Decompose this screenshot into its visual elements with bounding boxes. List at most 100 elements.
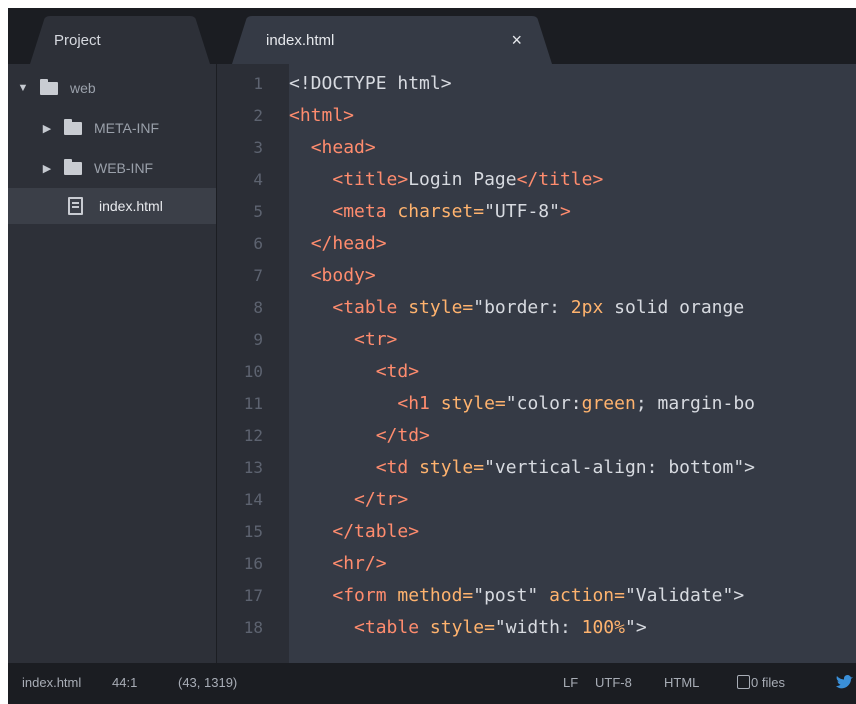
code-tag-token: <form [332,585,398,606]
status-files-count: 0 files [751,675,785,690]
code-editor[interactable]: 1 2 3 4 5 6 7 8 9 10 11 12 13 14 15 16 17 18 <!DOCTYPE ht… [217,64,856,663]
line-number: 16 [243,554,263,573]
code-string-token: "Validate"> [624,585,745,606]
code-tag-token: <title> [332,169,409,190]
code-line[interactable]: <!DOCTYPE html> [289,68,452,100]
line-number: 11 [243,394,263,413]
code-line[interactable]: <table style="border: 2px solid orange [289,292,744,324]
line-number: 3 [253,138,263,157]
line-number: 12 [243,426,263,445]
line-number: 6 [253,234,263,253]
git-repo-icon [737,675,750,689]
line-number: 8 [253,298,263,317]
code-string-token: ; margin-bo [635,393,756,414]
code-value-token: 2px [570,297,604,318]
code-string-token: Login Page [408,169,517,190]
code-tag-token: <table [354,617,430,638]
code-tag-token: <td [375,457,420,478]
tree-item-meta-inf[interactable]: ▶ META-INF [8,112,216,144]
close-icon[interactable]: × [511,30,522,50]
code-value-token: green [581,393,636,414]
editor-window: Project index.html × ▼ web ▶ META-INF ▶ … [8,8,856,704]
status-file-name[interactable]: index.html [22,675,81,690]
tree-item-label: index.html [99,198,163,214]
status-line-ending[interactable]: LF [563,675,578,690]
folder-icon [64,118,82,135]
code-string-token: "> [624,617,647,638]
code-line[interactable]: <table style="width: 100%"> [289,612,647,644]
tab-project[interactable]: Project [30,16,210,64]
tab-bar: Project index.html × [8,8,856,64]
code-line[interactable]: </td> [289,420,430,452]
project-tree: ▼ web ▶ META-INF ▶ WEB-INF index.html [8,64,217,663]
code-tag-token: </tr> [354,489,409,510]
code-line[interactable]: <h1 style="color:green; margin-bo [289,388,755,420]
code-tag-token: <tr> [354,329,398,350]
status-encoding[interactable]: UTF-8 [595,675,632,690]
line-number-gutter: 1 2 3 4 5 6 7 8 9 10 11 12 13 14 15 16 17 18 [217,64,289,663]
code-line[interactable]: <meta charset="UTF-8"> [289,196,571,228]
line-number: 10 [243,362,263,381]
bird-icon[interactable] [834,673,854,693]
folder-icon [64,158,82,175]
line-number: 7 [253,266,263,285]
tab-index-label: index.html [266,31,335,49]
tree-item-index-html[interactable]: index.html [8,188,216,224]
code-string-token: "vertical-align: bottom"> [484,457,756,478]
code-line[interactable]: </table> [289,516,419,548]
code-tag-token: <head> [310,137,376,158]
tab-index-html[interactable]: index.html × [232,16,552,64]
code-line[interactable]: <tr> [289,324,397,356]
code-tag-token: </title> [516,169,604,190]
tree-item-label: WEB-INF [94,160,154,176]
status-grammar[interactable]: HTML [664,675,699,690]
code-line[interactable]: <title>Login Page</title> [289,164,603,196]
code-tag-token: </head> [310,233,387,254]
tab-project-label: Project [54,31,101,49]
code-tag-token: <body> [310,265,376,286]
chevron-down-icon[interactable]: ▼ [16,82,30,94]
code-string-token: "UTF-8" [484,201,560,222]
line-number: 17 [243,586,263,605]
code-tag-token: <html> [289,105,355,126]
code-string-token: solid orange [603,297,745,318]
tree-item-label: web [70,80,96,96]
chevron-right-icon[interactable]: ▶ [40,122,54,135]
line-number: 13 [243,458,263,477]
tree-item-web-inf[interactable]: ▶ WEB-INF [8,152,216,184]
code-attribute-token: charset= [397,201,485,222]
code-value-token: 100% [581,617,625,638]
code-string-token: "color: [505,393,582,414]
status-cursor-position[interactable]: 44:1 [112,675,137,690]
line-number: 1 [253,74,263,93]
code-line[interactable]: <body> [289,260,376,292]
code-string-token: "border: [473,297,571,318]
code-line[interactable]: <td> [289,356,419,388]
code-tag-token: > [559,201,571,222]
code-tag-token: <h1 [397,393,441,414]
tree-item-web[interactable]: ▼ web [8,72,216,104]
status-git-files[interactable]: 0 files [737,675,785,690]
code-line[interactable]: <form method="post" action="Validate"> [289,580,744,612]
code-area[interactable]: <!DOCTYPE html> <html> <head> <title>Logi… [289,64,856,663]
code-line[interactable]: <hr/> [289,548,386,580]
tree-item-label: META-INF [94,120,160,136]
code-line[interactable]: <td style="vertical-align: bottom"> [289,452,755,484]
code-line[interactable]: <html> [289,100,354,132]
line-number: 2 [253,106,263,125]
code-line[interactable]: </head> [289,228,387,260]
code-line[interactable]: </tr> [289,484,408,516]
chevron-right-icon[interactable]: ▶ [40,162,54,175]
code-line[interactable]: <head> [289,132,376,164]
